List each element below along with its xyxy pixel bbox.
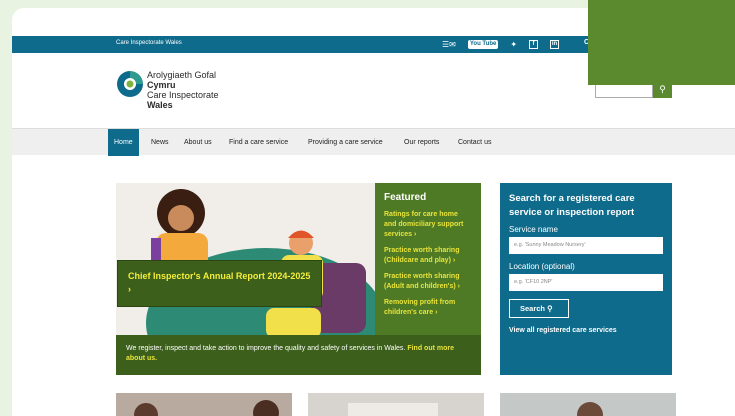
card-photo: [308, 393, 484, 416]
search-panel-title: Search for a registered care service or …: [509, 193, 635, 218]
nav-contact-us[interactable]: Contact us: [452, 129, 497, 156]
featured-panel: Featured Ratings for care home and domic…: [375, 183, 481, 335]
featured-item[interactable]: Practice worth sharing (Childcare and pl…: [384, 246, 472, 266]
featured-item[interactable]: Practice worth sharing (Adult and childr…: [384, 272, 472, 292]
search-icon: ⚲: [659, 84, 666, 94]
annual-report-link[interactable]: Chief Inspector's Annual Report 2024-202…: [117, 260, 322, 307]
social-links: ☰✉ You Tube ✦ f in: [442, 38, 560, 51]
featured-item[interactable]: Ratings for care home and domiciliary su…: [384, 210, 472, 240]
logo-line-wales: Wales: [147, 100, 173, 110]
main-nav: Home News About us Find a care service P…: [12, 128, 735, 156]
hero-intro-text: We register, inspect and take action to …: [126, 345, 406, 352]
annual-report-title: Chief Inspector's Annual Report 2024-202…: [128, 271, 311, 281]
twitter-icon[interactable]: ✦: [510, 38, 517, 51]
featured-item[interactable]: Removing profit from children's care ›: [384, 298, 472, 318]
nav-find-care-service[interactable]: Find a care service: [223, 129, 294, 156]
logo-line-welsh: Arolygiaeth Gofal: [147, 70, 217, 80]
featured-title: Featured: [384, 192, 427, 203]
site-name: Care Inspectorate Wales: [116, 40, 182, 46]
news-card-image[interactable]: [116, 393, 292, 416]
service-name-input[interactable]: e.g. 'Sunny Meadow Nursery': [509, 237, 663, 254]
nav-providing-care-service[interactable]: Providing a care service: [302, 129, 389, 156]
news-card-image[interactable]: [308, 393, 484, 416]
search-button-label: Search: [520, 304, 546, 313]
card-photo: [116, 393, 292, 416]
nav-home[interactable]: Home: [108, 129, 139, 156]
search-icon: ⚲: [547, 304, 553, 313]
chevron-right-icon: ›: [128, 284, 131, 294]
location-input[interactable]: e.g. 'CF10 2NP': [509, 274, 663, 291]
card-photo: [500, 393, 676, 416]
youtube-icon[interactable]: You Tube: [467, 40, 499, 49]
news-card-image[interactable]: [500, 393, 676, 416]
linkedin-icon[interactable]: in: [550, 40, 560, 49]
nav-about-us[interactable]: About us: [178, 129, 218, 156]
logo-line-english: Care Inspectorate: [147, 90, 219, 100]
nav-news[interactable]: News: [145, 129, 175, 156]
facebook-icon[interactable]: f: [529, 40, 539, 49]
location-label: Location (optional): [509, 262, 575, 271]
logo-line-cymru: Cymru: [147, 80, 176, 90]
email-icon[interactable]: ☰✉: [442, 38, 456, 51]
care-service-search-panel: Search for a registered care service or …: [500, 183, 672, 375]
view-all-services-link[interactable]: View all registered care services: [509, 327, 663, 334]
search-button[interactable]: Search ⚲: [509, 299, 569, 318]
logo-icon[interactable]: [116, 70, 144, 98]
logo-text[interactable]: Arolygiaeth Gofal Cymru Care Inspectorat…: [147, 70, 219, 110]
hero-intro: We register, inspect and take action to …: [116, 335, 481, 375]
nav-our-reports[interactable]: Our reports: [398, 129, 445, 156]
service-name-label: Service name: [509, 225, 558, 234]
corner-overlay: [588, 0, 735, 85]
